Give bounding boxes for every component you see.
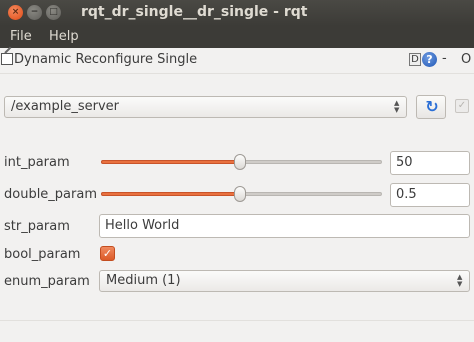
header-divider xyxy=(0,73,474,74)
bool-param-checkbox[interactable]: ✓ xyxy=(100,246,115,261)
slider-fill xyxy=(101,160,240,164)
window-titlebar: × − □ rqt_dr_single__dr_single - rqt xyxy=(0,0,474,26)
slider-fill xyxy=(101,192,240,196)
updown-arrows-icon: ▲ ▼ xyxy=(457,273,463,288)
bool-param-label: bool_param xyxy=(4,247,81,262)
slider-handle[interactable] xyxy=(234,186,246,202)
refresh-icon: ↻ xyxy=(425,97,439,116)
menu-file[interactable]: File xyxy=(10,29,32,44)
maximize-icon: □ xyxy=(49,7,58,17)
enum-param-label: enum_param xyxy=(4,274,90,289)
int-param-slider[interactable] xyxy=(101,154,382,170)
enum-param-select[interactable]: Medium (1) ▲ ▼ xyxy=(99,270,470,292)
close-icon: × xyxy=(11,7,20,17)
dock-toggle-button[interactable]: D xyxy=(409,53,421,66)
double-param-input[interactable]: 0.5 xyxy=(390,183,470,207)
window-maximize-button[interactable]: □ xyxy=(46,5,61,20)
menu-bar: File Help xyxy=(0,26,474,48)
window-title: rqt_dr_single__dr_single - rqt xyxy=(81,4,308,20)
slider-handle[interactable] xyxy=(234,154,246,170)
int-param-label: int_param xyxy=(4,155,70,170)
refresh-button[interactable]: ↻ xyxy=(416,95,446,119)
plugin-close-button[interactable]: O xyxy=(461,52,471,67)
int-param-input[interactable]: 50 xyxy=(390,151,470,175)
double-param-label: double_param xyxy=(4,187,97,202)
enum-param-value: Medium (1) xyxy=(106,273,181,288)
double-param-slider[interactable] xyxy=(101,186,382,202)
plugin-minimize-button[interactable]: - xyxy=(442,51,447,66)
bottom-divider xyxy=(0,320,474,321)
plugin-title: Dynamic Reconfigure Single xyxy=(14,52,198,67)
window-minimize-button[interactable]: − xyxy=(27,5,42,20)
menu-help[interactable]: Help xyxy=(49,29,79,44)
server-select[interactable]: /example_server ▲ ▼ xyxy=(4,96,407,118)
window-close-button[interactable]: × xyxy=(8,5,23,20)
server-checkbox[interactable]: ✓ xyxy=(455,99,469,113)
help-button[interactable]: ? xyxy=(422,52,437,67)
str-param-label: str_param xyxy=(4,219,70,234)
updown-arrows-icon: ▲ ▼ xyxy=(394,99,400,114)
edit-icon xyxy=(1,53,13,65)
str-param-input[interactable]: Hello World xyxy=(99,214,470,238)
server-select-value: /example_server xyxy=(11,99,119,114)
minimize-icon: − xyxy=(30,7,39,17)
plugin-header: Dynamic Reconfigure Single D ? - O xyxy=(0,50,474,70)
